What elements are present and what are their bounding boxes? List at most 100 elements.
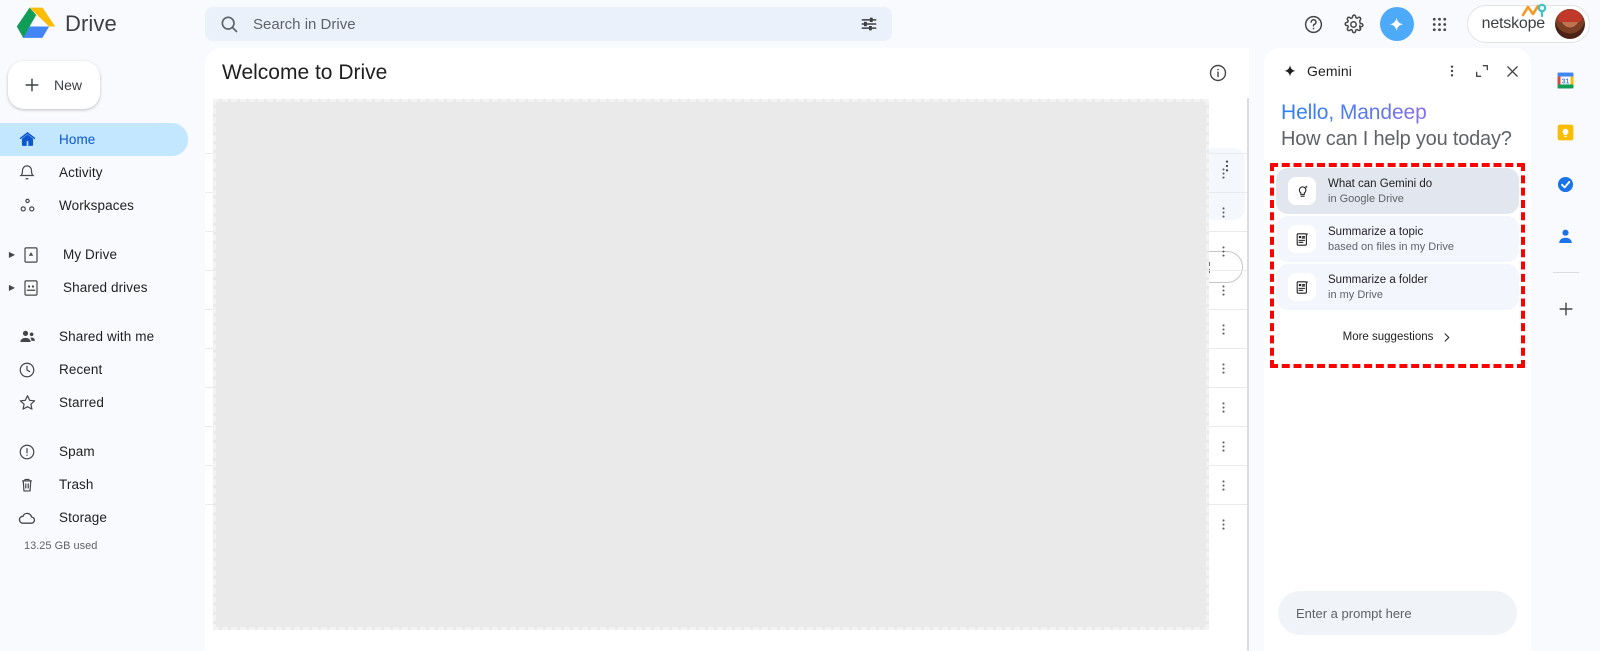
- sidebar-item-recent[interactable]: Recent: [0, 353, 205, 386]
- sidebar-item-shared-with-me[interactable]: Shared with me: [0, 320, 205, 353]
- gear-icon: [1344, 13, 1364, 33]
- my-drive-icon: [21, 245, 41, 265]
- more-vert-icon[interactable]: [1216, 322, 1231, 337]
- google-contacts-button[interactable]: [1548, 218, 1584, 254]
- spam-icon: [17, 442, 37, 462]
- google-calendar-icon: 31: [1557, 71, 1574, 89]
- main-header: Welcome to Drive: [205, 48, 1249, 98]
- sidebar-item-storage[interactable]: Storage: [0, 501, 205, 534]
- gemini-prompt-box[interactable]: [1278, 591, 1517, 635]
- summarize-folder-icon: [1288, 273, 1316, 301]
- more-suggestions-button[interactable]: More suggestions: [1276, 324, 1519, 350]
- top-bar: Drive Search in Drive netskope: [0, 0, 1600, 48]
- gemini-toggle-button[interactable]: [1379, 7, 1414, 41]
- gemini-more-options-button[interactable]: [1437, 56, 1467, 86]
- tune-icon: [861, 17, 877, 31]
- sparkle-icon: [1390, 17, 1404, 31]
- chevron-right-icon[interactable]: ▶: [5, 283, 19, 292]
- brand-title: Drive: [65, 11, 117, 36]
- drive-app-window: Drive Search in Drive netskope New Home …: [0, 0, 1600, 651]
- new-button-label: New: [53, 77, 82, 93]
- more-vert-icon[interactable]: [1216, 478, 1231, 493]
- people-icon: [17, 327, 37, 347]
- sidebar-item-label: My Drive: [63, 247, 118, 262]
- suggestion-text: What can Gemini do in Google Drive: [1328, 177, 1432, 206]
- info-circle-icon: [1209, 64, 1227, 82]
- more-vert-icon[interactable]: [1216, 517, 1231, 532]
- page-title: Welcome to Drive: [222, 61, 388, 84]
- main-content: Welcome to Drive: [205, 48, 1249, 651]
- side-apps-rail: 31: [1531, 48, 1600, 651]
- star-icon: [17, 393, 37, 413]
- netskope-logo-icon: [1521, 3, 1547, 18]
- sparkle-icon: [1284, 65, 1296, 77]
- main-scrollbar[interactable]: [1247, 98, 1249, 651]
- more-vert-icon[interactable]: [1216, 400, 1231, 415]
- sidebar-item-home[interactable]: Home: [0, 123, 188, 156]
- google-contacts-icon: [1559, 229, 1572, 243]
- shared-drives-icon: [21, 278, 41, 298]
- sidebar-nav: Home Activity Workspaces ▶ My Drive ▶ Sh…: [0, 123, 205, 552]
- chevron-right-icon[interactable]: ▶: [5, 250, 19, 259]
- new-button[interactable]: New: [8, 61, 100, 109]
- more-vert-icon[interactable]: [1216, 361, 1231, 376]
- suggestion-card-summarize-a-folder[interactable]: Summarize a folder in my Drive: [1276, 264, 1519, 310]
- sidebar-divider-3: [0, 419, 205, 435]
- gemini-close-button[interactable]: [1497, 56, 1527, 86]
- account-chip[interactable]: netskope: [1466, 3, 1590, 43]
- gemini-prompt-input[interactable]: [1296, 605, 1499, 621]
- content-placeholder: [213, 99, 1209, 630]
- sidebar-item-label: Activity: [59, 165, 103, 180]
- sidebar-item-my-drive[interactable]: ▶ My Drive: [0, 238, 205, 271]
- top-bar-actions: netskope: [1295, 0, 1590, 48]
- suggestion-card-what-can-gemini-do[interactable]: What can Gemini do in Google Drive: [1276, 168, 1519, 214]
- search-filter-button[interactable]: [852, 7, 886, 41]
- search-input[interactable]: [253, 15, 852, 33]
- suggestion-card-summarize-a-topic[interactable]: Summarize a topic based on files in my D…: [1276, 216, 1519, 262]
- more-vert-icon[interactable]: [1216, 166, 1231, 181]
- chevron-right-icon: [1445, 332, 1450, 342]
- info-button[interactable]: [1201, 56, 1235, 90]
- cloud-icon: [17, 508, 37, 528]
- home-icon: [17, 130, 37, 150]
- add-addon-button[interactable]: [1548, 291, 1584, 327]
- more-vert-icon[interactable]: [1216, 205, 1231, 220]
- sidebar-divider-2: [0, 304, 205, 320]
- drive-brand[interactable]: Drive: [16, 6, 196, 42]
- sidebar-item-label: Home: [59, 132, 96, 147]
- sidebar-item-label: Trash: [59, 477, 94, 492]
- sidebar-item-spam[interactable]: Spam: [0, 435, 205, 468]
- suggestion-subtitle: based on files in my Drive: [1328, 240, 1454, 253]
- suggestion-subtitle: in Google Drive: [1328, 192, 1404, 205]
- sidebar-divider-1: [0, 222, 205, 238]
- suggestion-text: Summarize a topic based on files in my D…: [1328, 225, 1454, 254]
- greeting-hello: Hello, Mandeep: [1281, 101, 1427, 124]
- sidebar-item-workspaces[interactable]: Workspaces: [0, 189, 205, 222]
- google-tasks-button[interactable]: [1548, 166, 1584, 202]
- sidebar-item-trash[interactable]: Trash: [0, 468, 205, 501]
- gemini-title: Gemini: [1307, 63, 1352, 79]
- google-tasks-icon: [1557, 176, 1574, 192]
- search-bar[interactable]: [205, 7, 892, 41]
- avatar[interactable]: [1555, 9, 1585, 39]
- more-vert-icon[interactable]: [1216, 283, 1231, 298]
- workspaces-icon: [17, 196, 37, 216]
- sidebar-item-starred[interactable]: Starred: [0, 386, 205, 419]
- help-button[interactable]: [1295, 5, 1333, 43]
- google-apps-button[interactable]: [1421, 5, 1459, 43]
- more-vert-icon[interactable]: [1216, 244, 1231, 259]
- gemini-expand-button[interactable]: [1467, 56, 1497, 86]
- trash-icon: [17, 475, 37, 495]
- sidebar-item-label: Recent: [59, 362, 103, 377]
- google-keep-button[interactable]: [1548, 114, 1584, 150]
- sidebar-item-label: Storage: [59, 510, 107, 525]
- google-calendar-button[interactable]: 31: [1548, 62, 1584, 98]
- suggestion-title: Summarize a folder: [1328, 273, 1428, 286]
- settings-button[interactable]: [1335, 5, 1373, 43]
- apps-grid-icon: [1433, 17, 1447, 31]
- bell-icon: [17, 163, 37, 183]
- sidebar-item-shared-drives[interactable]: ▶ Shared drives: [0, 271, 205, 304]
- clock-icon: [17, 360, 37, 380]
- sidebar-item-activity[interactable]: Activity: [0, 156, 205, 189]
- more-vert-icon[interactable]: [1216, 439, 1231, 454]
